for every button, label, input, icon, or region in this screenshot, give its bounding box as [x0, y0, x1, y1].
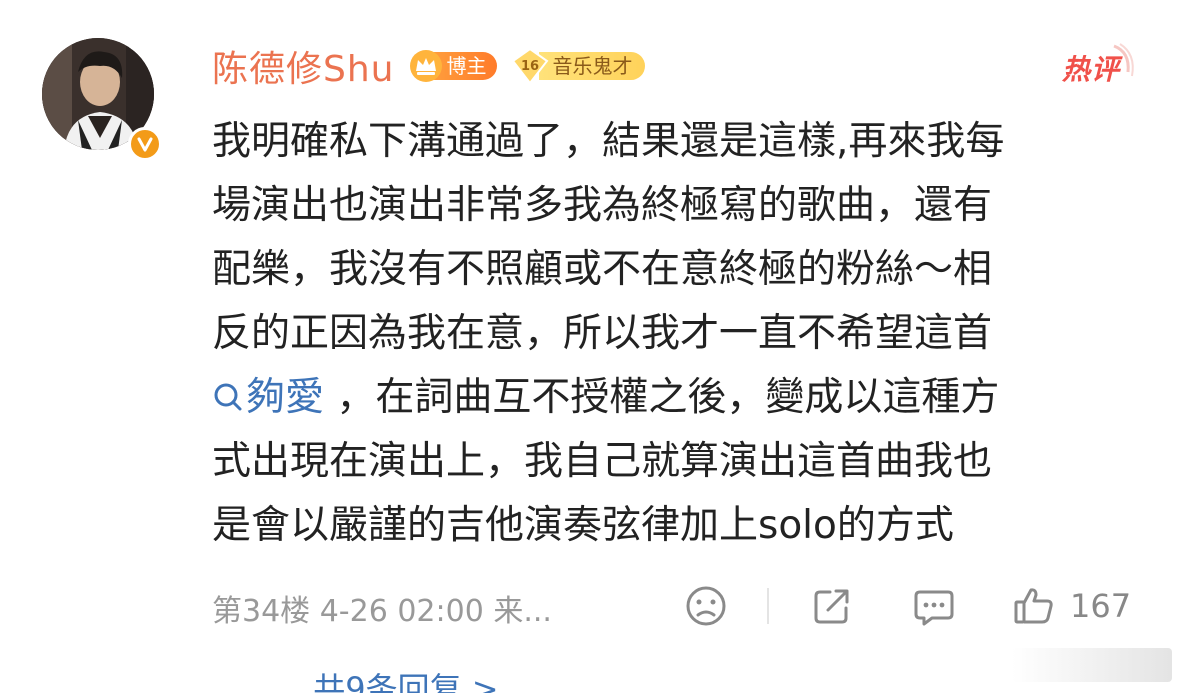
divider [767, 588, 769, 624]
search-icon [214, 383, 242, 411]
comment-button[interactable] [912, 584, 956, 628]
replies-dots: ...... [212, 670, 286, 693]
topic-link-text: 夠愛 [246, 375, 325, 420]
floor-time-meta: 第34楼 4-26 02:00 来... [212, 594, 552, 629]
hot-tag-label: 热评 [1062, 53, 1121, 86]
level-badge[interactable]: 16 音乐鬼才 [511, 47, 645, 85]
view-replies-link[interactable]: ...... 共9条回复 > [212, 664, 499, 693]
comment-line: 式出現在演出上，我自己就算演出這首曲我也 [212, 439, 993, 484]
share-icon [814, 589, 849, 624]
comment-line: 反的正因為我在意，所以我才一直不希望這首 [212, 311, 993, 356]
like-count: 167 [1070, 587, 1132, 625]
search-topic-link[interactable]: 夠愛 [212, 375, 336, 420]
watermark [1012, 648, 1172, 682]
username[interactable]: 陈德修Shu [212, 40, 395, 92]
host-badge[interactable]: 博主 [409, 49, 497, 83]
like-button[interactable]: 167 [1012, 584, 1131, 628]
level-badge-label: 音乐鬼才 [538, 52, 645, 80]
comment-line: 我明確私下溝通過了，結果還是這樣,再來我每 [212, 119, 1005, 164]
comment-header: 陈德修Shu 博主 16 音乐鬼才 [212, 40, 645, 92]
comment-line: 場演出也演出非常多我為終極寫的歌曲，還有 [212, 183, 993, 228]
level-gem-icon: 16 [511, 47, 548, 85]
comment-line: 配樂，我沒有不照顧或不在意終極的粉絲～相 [212, 247, 993, 292]
comment-line-rest: ，在詞曲互不授權之後，變成以這種方 [336, 375, 1000, 420]
verified-v-icon [128, 127, 162, 161]
level-number: 16 [520, 59, 538, 74]
dislike-button[interactable] [684, 584, 728, 628]
crown-icon [409, 50, 442, 82]
comment-line: 夠愛 ，在詞曲互不授權之後，變成以這種方 [212, 366, 1132, 430]
comment-line: 是會以嚴謹的吉他演奏弦律加上solo的方式 [212, 503, 954, 548]
comment-text: 我明確私下溝通過了，結果還是這樣,再來我每 場演出也演出非常多我為終極寫的歌曲，… [212, 110, 1132, 558]
comment-footer: 第34楼 4-26 02:00 来... 167 [212, 580, 1142, 632]
comment-icon [914, 590, 954, 626]
repost-button[interactable] [810, 584, 854, 628]
hot-comment-tag: 热评 [1058, 42, 1138, 86]
replies-label: 共9条回复 > [313, 670, 499, 693]
thumbs-up-icon [1014, 588, 1053, 624]
sad-face-icon [686, 586, 726, 626]
comment-card: 陈德修Shu 博主 16 音乐鬼才 热评 我明確私下溝通過了，結果還是這樣,再來… [0, 0, 1178, 693]
